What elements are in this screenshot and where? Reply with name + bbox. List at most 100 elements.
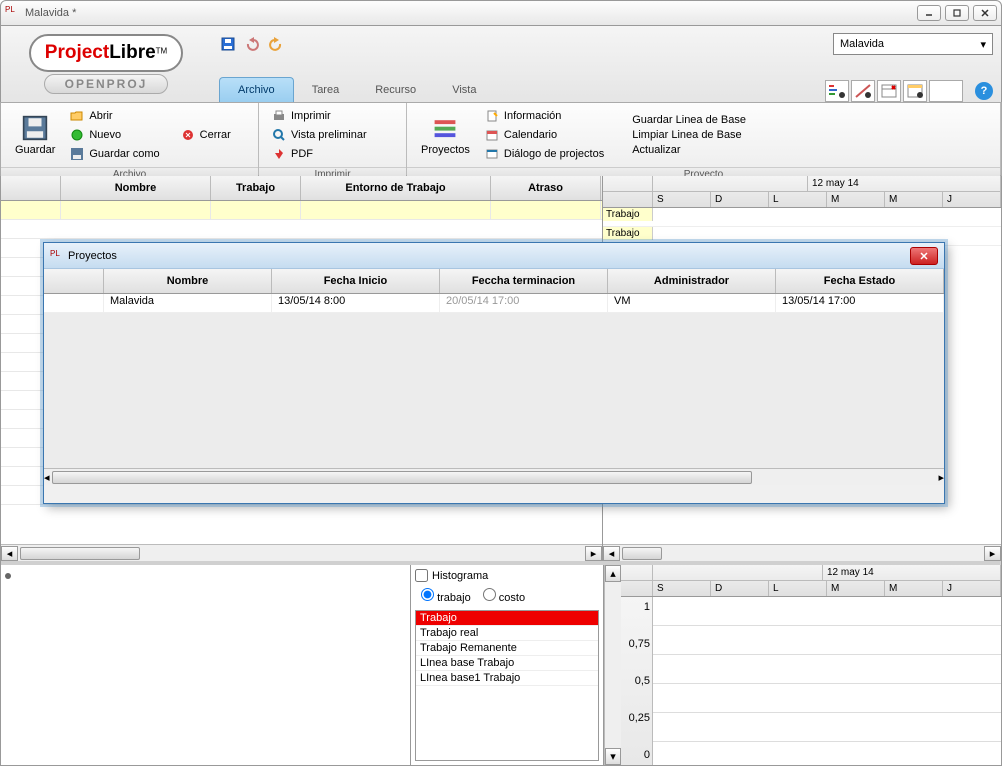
main-area: Nombre Trabajo Entorno de Trabajo Atraso [0,176,1002,766]
bottom-left-pane[interactable] [1,565,411,765]
wbs-view-icon[interactable] [877,80,901,102]
dlg-cell-inicio[interactable]: 13/05/14 8:00 [272,294,440,312]
dialog-hscroll[interactable]: ◂ ▸ [44,468,944,485]
guardar-linea-button[interactable]: Guardar Linea de Base [628,113,750,127]
costo-radio[interactable] [483,588,496,601]
trabajo-radio-row[interactable]: trabajo [421,588,471,604]
chart-day: S [653,581,711,596]
vista-preliminar-button[interactable]: Vista preliminar [267,126,371,144]
dlg-header-blank[interactable] [44,269,104,293]
scroll-right-icon[interactable]: ▸ [938,471,944,484]
grid-row[interactable] [1,201,602,220]
blank-tool[interactable] [929,80,963,102]
list-item[interactable]: Trabajo real [416,626,598,641]
quick-access-row: Malavida ▾ [211,26,1001,62]
tab-tarea[interactable]: Tarea [294,78,358,102]
calendario-button[interactable]: Calendario [480,126,608,144]
dlg-cell-admin[interactable]: VM [608,294,776,312]
grid-header-atraso[interactable]: Atraso [491,176,601,200]
guardar-como-button[interactable]: Guardar como [65,145,163,163]
cerrar-button[interactable]: Cerrar [176,126,235,144]
tab-archivo[interactable]: Archivo [219,77,294,102]
gantt-row[interactable]: Trabajo [603,208,1001,227]
trabajo-radio[interactable] [421,588,434,601]
tab-vista[interactable]: Vista [434,78,494,102]
histogram-vscroll[interactable]: ▴ ▾ [604,565,621,765]
dialogo-projectos-button[interactable]: Diálogo de projectos [480,145,608,163]
y-tick: 0,5 [623,675,650,687]
dialog-close-button[interactable] [910,247,938,265]
dlg-header-admin[interactable]: Administrador [608,269,776,293]
dlg-cell-fin[interactable]: 20/05/14 17:00 [440,294,608,312]
undo-icon[interactable] [243,35,261,53]
series-list[interactable]: Trabajo Trabajo real Trabajo Remanente L… [415,610,599,761]
project-dropdown[interactable]: Malavida ▾ [833,33,993,55]
minimize-button[interactable] [917,5,941,21]
resource-view-icon[interactable] [903,80,927,102]
pdf-icon [271,146,287,162]
scroll-down-icon[interactable]: ▾ [605,748,621,765]
scroll-left-icon[interactable]: ◂ [603,546,620,561]
project-dropdown-value: Malavida [840,38,884,50]
imprimir-button[interactable]: Imprimir [267,107,371,125]
tab-recurso[interactable]: Recurso [357,78,434,102]
y-tick: 0,75 [623,638,650,650]
grid-header-trabajo[interactable]: Trabajo [211,176,301,200]
dlg-header-nombre[interactable]: Nombre [104,269,272,293]
grid-row[interactable] [1,220,602,239]
help-icon[interactable]: ? [975,82,993,100]
preview-icon [271,127,287,143]
list-item[interactable]: Trabajo Remanente [416,641,598,656]
scroll-right-icon[interactable]: ▸ [585,546,602,561]
limpiar-linea-button[interactable]: Limpiar Linea de Base [628,128,750,142]
gantt-day: L [769,192,827,207]
scroll-thumb[interactable] [622,547,662,560]
scroll-thumb[interactable] [52,471,752,484]
gantt-hscroll[interactable]: ◂ ▸ [603,544,1001,561]
dialog-grid-header: Nombre Fecha Inicio Feccha terminacion A… [44,269,944,294]
maximize-button[interactable] [945,5,969,21]
gantt-row-header-blank [603,176,653,191]
close-button[interactable] [973,5,997,21]
scroll-thumb[interactable] [20,547,140,560]
chart-day: J [943,581,1001,596]
actualizar-button[interactable]: Actualizar [628,143,750,157]
scroll-right-icon[interactable]: ▸ [984,546,1001,561]
dialog-row[interactable]: Malavida 13/05/14 8:00 20/05/14 17:00 VM… [44,294,944,313]
informacion-button[interactable]: Información [480,107,608,125]
grid-header-blank[interactable] [1,176,61,200]
save-icon[interactable] [219,35,237,53]
scroll-left-icon[interactable]: ◂ [1,546,18,561]
chart-day: L [769,581,827,596]
list-item[interactable]: LInea base1 Trabajo [416,671,598,686]
pert-view-icon[interactable] [851,80,875,102]
dlg-header-fin[interactable]: Feccha terminacion [440,269,608,293]
list-item[interactable]: Trabajo [416,611,598,626]
calendar-icon [484,127,500,143]
scroll-up-icon[interactable]: ▴ [605,565,621,582]
window-title: Malavida * [25,7,913,19]
dlg-header-estado[interactable]: Fecha Estado [776,269,944,293]
costo-radio-row[interactable]: costo [483,588,525,604]
list-item[interactable]: LInea base Trabajo [416,656,598,671]
histograma-checkbox-row[interactable]: Histograma [415,569,599,582]
guardar-button[interactable]: Guardar [9,110,61,160]
chart-grid[interactable] [653,597,1001,765]
dialog-icon [484,146,500,162]
abrir-button[interactable]: Abrir [65,107,163,125]
proyectos-button[interactable]: Proyectos [415,110,476,160]
grid-hscroll[interactable]: ◂ ▸ [1,544,602,561]
dlg-header-inicio[interactable]: Fecha Inicio [272,269,440,293]
nuevo-button[interactable]: Nuevo [65,126,163,144]
grid-header-entorno[interactable]: Entorno de Trabajo [301,176,491,200]
redo-icon[interactable] [267,35,285,53]
pdf-button[interactable]: PDF [267,145,371,163]
histograma-checkbox[interactable] [415,569,428,582]
gantt-date: 12 may 14 [808,176,1001,191]
dialog-titlebar[interactable]: PL Proyectos [44,243,944,269]
scroll-left-icon[interactable]: ◂ [44,471,50,484]
dlg-cell-estado[interactable]: 13/05/14 17:00 [776,294,944,312]
grid-header-nombre[interactable]: Nombre [61,176,211,200]
gantt-view-icon[interactable] [825,80,849,102]
dlg-cell-nombre[interactable]: Malavida [104,294,272,312]
